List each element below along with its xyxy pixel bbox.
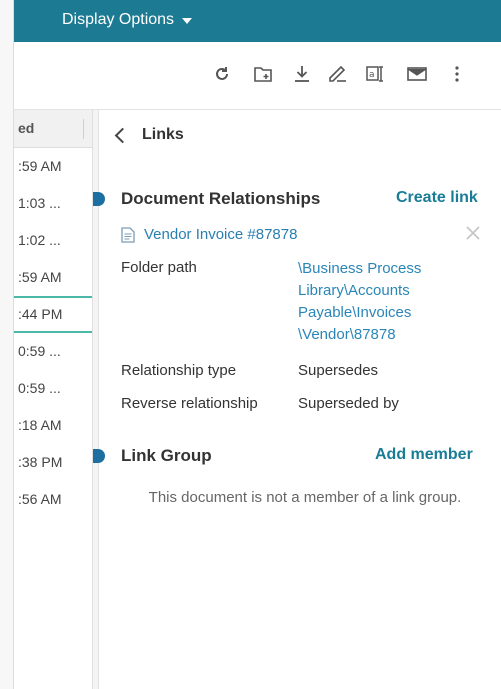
document-relationships-heading: Document Relationships xyxy=(121,189,321,208)
remove-relationship-icon[interactable] xyxy=(465,225,481,241)
add-member-button[interactable]: Add member xyxy=(375,446,473,464)
download-icon[interactable] xyxy=(290,62,314,86)
toolbar: a xyxy=(14,42,501,110)
display-options-menu[interactable]: Display Options xyxy=(62,11,193,29)
document-icon xyxy=(121,226,135,243)
link-group-heading: Link Group xyxy=(121,446,212,465)
refresh-icon[interactable] xyxy=(210,62,234,86)
email-icon[interactable] xyxy=(405,62,429,86)
back-to-links-button[interactable]: Links xyxy=(114,126,184,144)
document-list: ed :59 AM 1:03 ... 1:02 ... :59 AM :44 P… xyxy=(14,110,93,689)
display-options-label: Display Options xyxy=(62,11,175,28)
list-item-selected[interactable]: :44 PM xyxy=(14,296,92,333)
text-field-icon[interactable]: a xyxy=(364,62,388,86)
create-link-button[interactable]: Create link xyxy=(396,189,478,207)
list-item[interactable]: 0:59 ... xyxy=(14,370,92,407)
more-vertical-icon[interactable] xyxy=(445,62,469,86)
list-item[interactable]: :38 PM xyxy=(14,444,92,481)
folder-path-label: Folder path xyxy=(121,259,197,276)
related-document-link[interactable]: Vendor Invoice #87878 xyxy=(121,226,297,243)
panel-title: Links xyxy=(142,126,184,143)
reverse-relationship-label: Reverse relationship xyxy=(121,395,258,412)
list-item[interactable]: :59 AM xyxy=(14,259,92,296)
list-item[interactable]: 1:02 ... xyxy=(14,222,92,259)
caret-down-icon xyxy=(182,18,193,24)
relationship-type-label: Relationship type xyxy=(121,362,237,379)
list-item[interactable]: :18 AM xyxy=(14,407,92,444)
section-marker xyxy=(93,192,105,206)
list-item[interactable]: 1:03 ... xyxy=(14,185,92,222)
link-group-empty-message: This document is not a member of a link … xyxy=(148,489,462,506)
svg-text:a: a xyxy=(369,70,375,80)
chevron-left-icon xyxy=(114,127,131,143)
reverse-relationship-value: Superseded by xyxy=(298,395,399,412)
folder-path-line: \Business Process xyxy=(298,260,422,277)
add-folder-icon[interactable] xyxy=(251,62,275,86)
related-document-name: Vendor Invoice #87878 xyxy=(144,226,298,243)
left-frame-edge xyxy=(0,0,14,689)
list-item[interactable]: 0:59 ... xyxy=(14,333,92,370)
folder-path-line: Payable\Invoices xyxy=(298,304,412,321)
links-panel: Links Document Relationships Create link… xyxy=(93,110,501,689)
column-header-label: ed xyxy=(18,120,35,136)
relationship-type-value: Supersedes xyxy=(298,362,379,379)
folder-path-line: Library\Accounts xyxy=(298,282,410,299)
section-marker xyxy=(93,449,105,463)
signature-icon[interactable] xyxy=(326,62,350,86)
column-header-modified[interactable]: ed xyxy=(14,110,92,148)
top-bar: Display Options xyxy=(14,0,501,42)
column-separator[interactable] xyxy=(83,119,84,139)
list-item[interactable]: :59 AM xyxy=(14,148,92,185)
list-item[interactable]: :56 AM xyxy=(14,481,92,518)
folder-path-link[interactable]: \Business Process Library\Accounts Payab… xyxy=(298,258,458,346)
folder-path-line: \Vendor\87878 xyxy=(298,326,396,343)
